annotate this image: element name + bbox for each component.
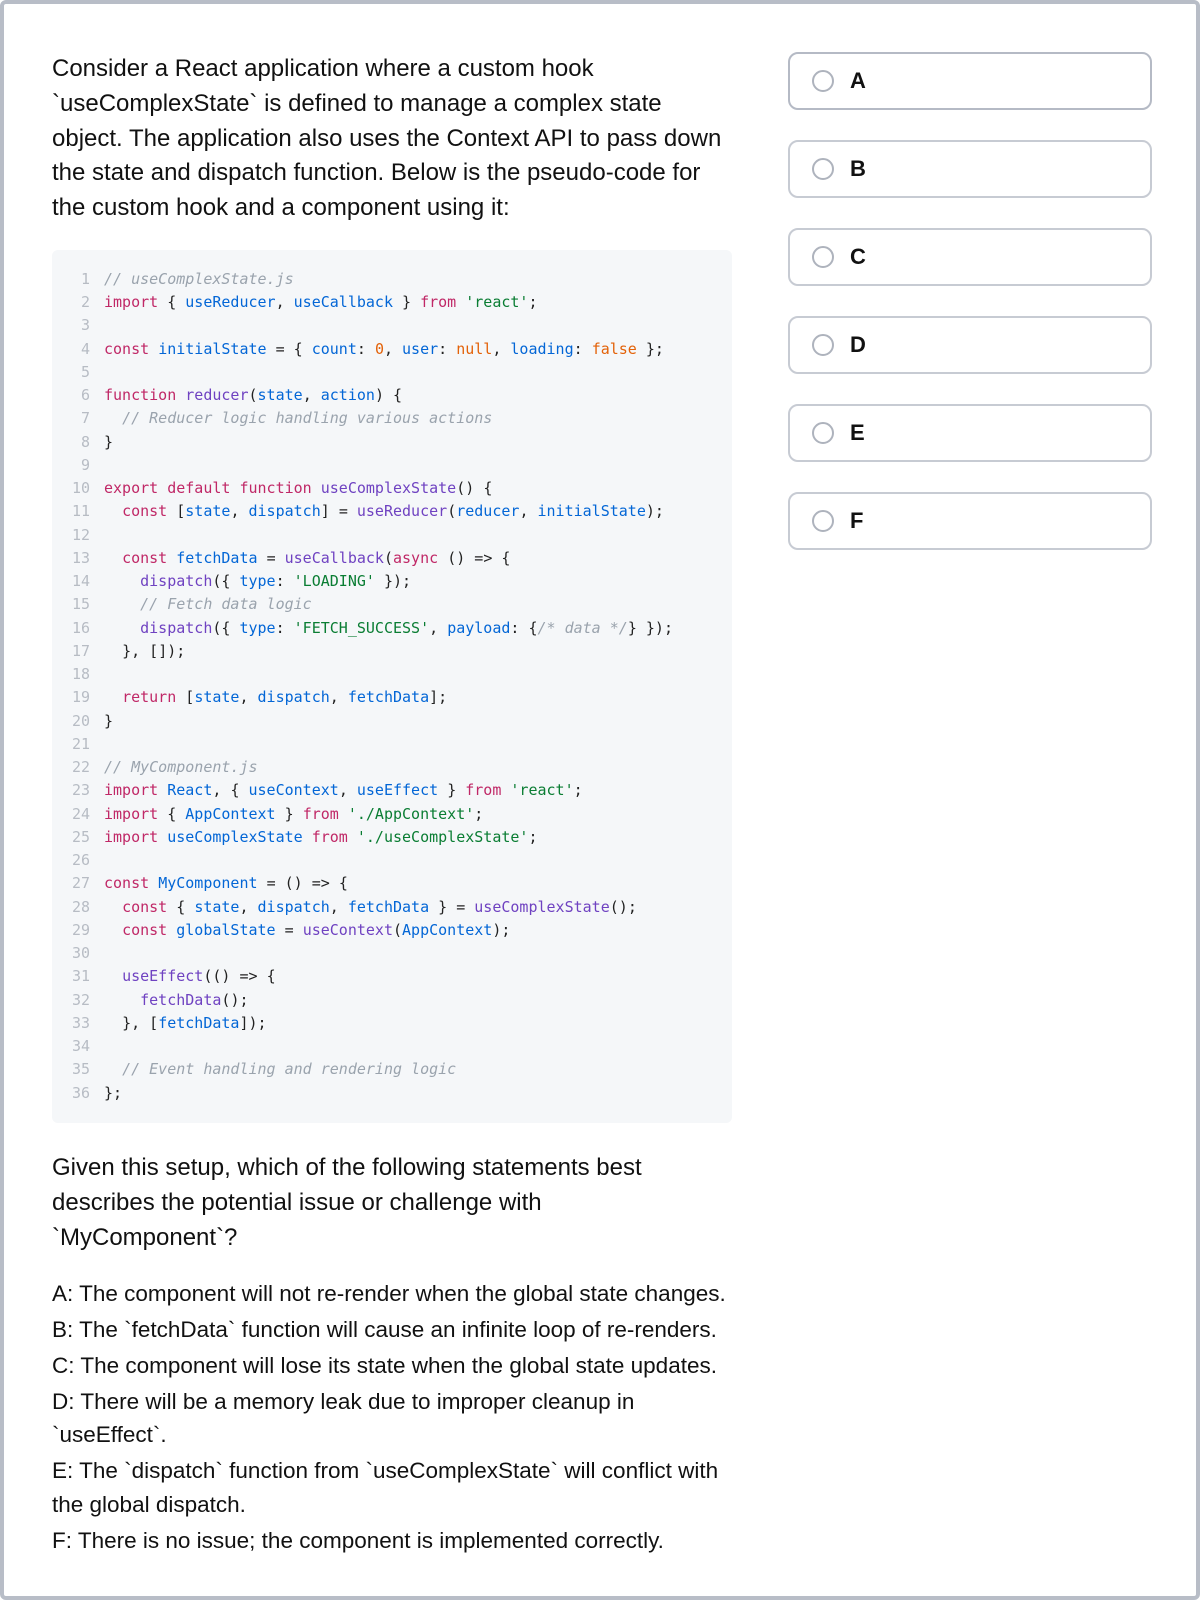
- answer-button-c[interactable]: C: [788, 228, 1152, 286]
- radio-icon: [812, 70, 834, 92]
- answer-button-e[interactable]: E: [788, 404, 1152, 462]
- option-text-a: A: The component will not re-render when…: [52, 1277, 732, 1311]
- radio-icon: [812, 158, 834, 180]
- options-text: A: The component will not re-render when…: [52, 1277, 732, 1557]
- answer-label: D: [850, 332, 866, 358]
- answer-button-f[interactable]: F: [788, 492, 1152, 550]
- radio-icon: [812, 246, 834, 268]
- answer-button-b[interactable]: B: [788, 140, 1152, 198]
- radio-icon: [812, 510, 834, 532]
- answer-label: A: [850, 68, 866, 94]
- question-frame: Consider a React application where a cus…: [0, 0, 1200, 1600]
- question-intro: Consider a React application where a cus…: [52, 52, 732, 226]
- answer-button-d[interactable]: D: [788, 316, 1152, 374]
- answer-label: F: [850, 508, 863, 534]
- option-text-c: C: The component will lose its state whe…: [52, 1349, 732, 1383]
- question-followup: Given this setup, which of the following…: [52, 1151, 732, 1255]
- answers-column: A B C D E F: [788, 52, 1152, 1556]
- code-block: 1// useComplexState.js2import { useReduc…: [52, 250, 732, 1123]
- question-column: Consider a React application where a cus…: [52, 52, 732, 1556]
- radio-icon: [812, 334, 834, 356]
- option-text-e: E: The `dispatch` function from `useComp…: [52, 1454, 732, 1522]
- option-text-b: B: The `fetchData` function will cause a…: [52, 1313, 732, 1347]
- answer-button-a[interactable]: A: [788, 52, 1152, 110]
- radio-icon: [812, 422, 834, 444]
- answer-label: B: [850, 156, 866, 182]
- answer-label: E: [850, 420, 865, 446]
- option-text-d: D: There will be a memory leak due to im…: [52, 1385, 732, 1453]
- answer-label: C: [850, 244, 866, 270]
- option-text-f: F: There is no issue; the component is i…: [52, 1524, 732, 1558]
